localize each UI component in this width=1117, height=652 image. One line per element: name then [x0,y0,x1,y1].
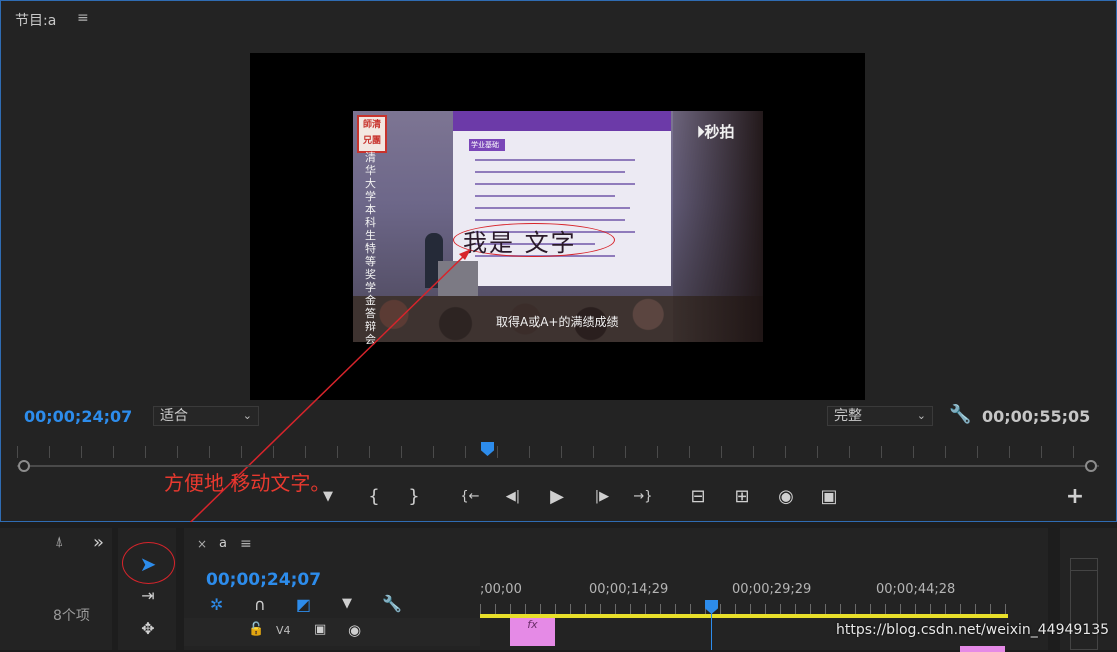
step-forward-icon[interactable]: |▶ [589,485,615,509]
go-to-in-icon[interactable]: {← [457,485,483,509]
wrench-icon[interactable]: 🔧 [949,404,971,425]
track-header-v4 [184,618,480,646]
chevron-down-icon: ⌄ [916,409,926,422]
tick-label: ;00;00 [480,582,522,597]
comparison-view-icon[interactable]: ▣ [816,485,842,509]
clip[interactable] [960,646,1005,652]
scrollbar-right-handle[interactable] [1085,460,1097,472]
lock-icon[interactable]: 🔓 [248,622,264,637]
zoom-fit-value: 适合 [160,408,188,424]
sequence-ruler[interactable] [480,604,1008,614]
tick-label: 00;00;29;29 [732,582,812,597]
playback-resolution-value: 完整 [834,408,862,424]
mark-out-icon[interactable]: } [401,485,427,509]
sequence-menu-icon[interactable]: ≡ [240,536,252,552]
tick-label: 00;00;14;29 [589,582,669,597]
export-frame-icon[interactable]: ◉ [773,485,799,509]
eye-icon[interactable]: ◉ [348,621,361,639]
work-area-bar[interactable] [480,614,1008,618]
panel-expand-icon[interactable]: » [93,532,104,553]
marker-icon[interactable]: ▼ [315,485,341,509]
sequence-timecode[interactable]: 00;00;24;07 [206,570,321,590]
settings-wrench-icon[interactable]: 🔧 [382,594,402,613]
watermark: https://blog.csdn.net/weixin_44949135 [836,622,1110,638]
fx-badge: fx [527,618,538,631]
close-icon[interactable]: × [197,537,207,551]
step-back-icon[interactable]: ◀| [500,485,526,509]
annotation-circle [122,542,175,584]
mark-in-icon[interactable]: { [361,485,387,509]
play-icon[interactable]: ▶ [544,485,570,509]
title-clip[interactable]: fx [510,618,555,646]
playhead-line [711,612,712,650]
scrollbar-left-handle[interactable] [18,460,30,472]
tick-label: 00;00;44;28 [876,582,956,597]
extract-icon[interactable]: ⊞ [729,485,755,509]
add-marker-icon[interactable]: ▼ [342,596,352,611]
lift-icon[interactable]: ⊟ [685,485,711,509]
snap-icon[interactable]: ∩ [254,595,266,614]
track-select-tool-icon[interactable]: ⇥ [134,582,162,610]
nest-sequences-icon[interactable]: ✲ [210,595,223,614]
chevron-down-icon: ⌄ [242,409,252,422]
track-label[interactable]: V4 [276,624,291,637]
duration-timecode: 00;00;55;05 [982,407,1091,426]
toggle-sync-icon[interactable]: ▣ [314,622,326,637]
playback-resolution-select[interactable]: 完整 ⌄ [827,406,933,426]
go-to-out-icon[interactable]: →} [630,485,656,509]
zoom-fit-select[interactable]: 适合 ⌄ [153,406,259,426]
playhead-timecode[interactable]: 00;00;24;07 [24,407,132,426]
sequence-tab[interactable]: a [219,536,227,551]
time-ruler[interactable] [17,446,1099,458]
item-count: 8个项 [53,608,90,624]
add-button-icon[interactable]: + [1062,485,1088,509]
linked-selection-icon[interactable]: ◩ [296,595,311,614]
meter-divider [1070,570,1098,571]
ripple-edit-tool-icon[interactable]: ✥ [134,615,162,643]
person-icon[interactable]: ⍋ [55,534,63,550]
annotation-text: 方便地 移动文字。 [164,471,331,495]
program-monitor-panel: 节目:a ≡ 学业基础 師清兄團 清华大学本科生特等奖学金答辩会 ⏵秒拍 我是 … [0,0,1117,550]
